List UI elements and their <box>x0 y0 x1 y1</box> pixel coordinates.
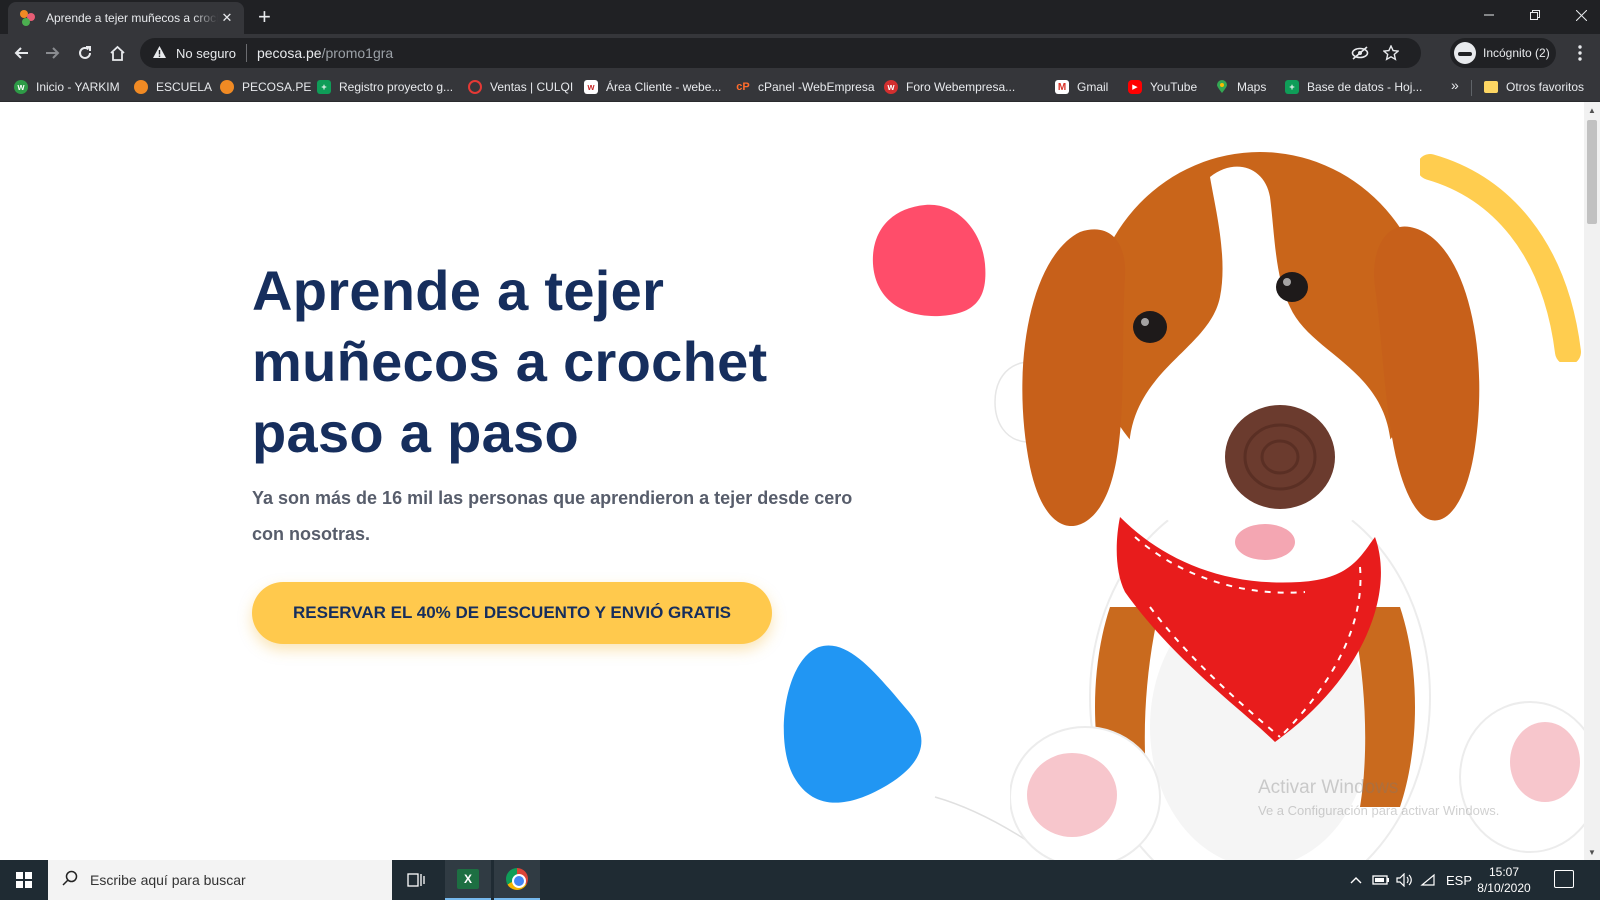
clock-date: 8/10/2020 <box>1477 881 1531 895</box>
culqi-icon <box>468 80 482 94</box>
landing-page: Aprende a tejer muñecos a crochet paso a… <box>0 102 1584 860</box>
bookmark-item[interactable]: M Gmail <box>1055 77 1108 97</box>
taskbar-search-box[interactable]: Escribe aquí para buscar <box>48 860 392 900</box>
incognito-label: Incógnito (2) <box>1483 46 1550 60</box>
maps-icon <box>1215 80 1229 94</box>
webempresa-icon: w <box>584 80 598 94</box>
omnibox-divider <box>245 44 247 62</box>
hero-subtitle: Ya son más de 16 mil las personas que ap… <box>252 488 853 544</box>
bookmark-item[interactable]: Maps <box>1215 77 1266 97</box>
home-icon[interactable] <box>103 39 131 67</box>
bookmark-item[interactable]: ESCUELA <box>134 77 212 97</box>
hero-title: Aprende a tejer muñecos a crochet paso a… <box>252 259 768 464</box>
red-blob-shape <box>872 204 986 317</box>
tab-title: Aprende a tejer muñecos a crochet <box>46 11 218 25</box>
chrome-taskbar-icon[interactable] <box>494 860 540 900</box>
windows-taskbar: Escribe aquí para buscar X ESP 15:07 8/1… <box>0 860 1600 900</box>
notifications-icon[interactable] <box>1554 870 1574 888</box>
sheets-icon: + <box>317 80 331 94</box>
reload-icon[interactable] <box>71 39 99 67</box>
browser-tab-active[interactable]: Aprende a tejer muñecos a crochet ✕ <box>8 2 244 34</box>
browser-toolbar: No seguro pecosa.pe /promo1gra Incógnito… <box>0 34 1600 72</box>
bookmark-item[interactable]: w Inicio - YARKIM <box>14 77 120 97</box>
incognito-profile-button[interactable]: Incógnito (2) <box>1450 38 1556 68</box>
youtube-icon: ▶ <box>1128 80 1142 94</box>
tracking-blocked-eye-icon[interactable] <box>1351 38 1369 68</box>
bookmark-item[interactable]: ▶ YouTube <box>1128 77 1197 97</box>
bookmark-item[interactable]: PECOSA.PE <box>220 77 311 97</box>
minimize-window-icon[interactable] <box>1466 0 1512 30</box>
show-hidden-icons-chevron-icon[interactable] <box>1350 860 1362 900</box>
warning-triangle-icon[interactable] <box>152 45 170 62</box>
search-placeholder: Escribe aquí para buscar <box>90 872 246 888</box>
new-tab-button[interactable]: + <box>258 5 271 29</box>
bookmark-item[interactable]: Ventas | CULQI <box>468 77 573 97</box>
bookmarks-bar: w Inicio - YARKIM ESCUELA PECOSA.PE + Re… <box>0 72 1600 102</box>
cpanel-icon: cP <box>736 81 750 93</box>
pecosa-icon <box>220 80 234 94</box>
bookmark-item[interactable]: w Foro Webempresa... <box>884 77 1015 97</box>
clock-time: 15:07 <box>1488 865 1520 879</box>
scroll-up-arrow-icon[interactable]: ▲ <box>1584 102 1600 118</box>
bookmarks-overflow-icon[interactable]: » <box>1451 77 1459 93</box>
bookmark-item[interactable]: w Área Cliente - webe... <box>584 77 721 97</box>
windows-start-icon[interactable] <box>0 860 48 900</box>
crochet-dog-image <box>1010 152 1584 860</box>
bookmark-star-icon[interactable] <box>1383 38 1399 68</box>
sheets-icon: + <box>1285 80 1299 94</box>
tab-close-icon[interactable]: ✕ <box>218 10 236 26</box>
url-host[interactable]: pecosa.pe <box>257 45 322 61</box>
url-path[interactable]: /promo1gra <box>322 45 394 61</box>
blue-blob-shape <box>783 645 922 803</box>
webempresa-icon: w <box>884 80 898 94</box>
wifi-icon[interactable] <box>1420 860 1436 900</box>
back-arrow-icon[interactable] <box>7 39 35 67</box>
excel-taskbar-icon[interactable]: X <box>445 860 491 900</box>
yarkim-icon: w <box>14 80 28 94</box>
browser-menu-icon[interactable] <box>1570 39 1590 67</box>
tab-strip: Aprende a tejer muñecos a crochet ✕ + <box>0 0 1600 34</box>
other-bookmarks-folder[interactable]: Otros favoritos <box>1484 77 1584 97</box>
close-window-icon[interactable] <box>1558 0 1600 30</box>
taskbar-clock[interactable]: 15:07 8/10/2020 <box>1466 864 1542 896</box>
folder-icon <box>1484 81 1498 93</box>
pecosa-favicon-icon <box>20 10 36 26</box>
windows-activation-watermark: Activar Windows Ve a Configuración para … <box>1258 777 1500 818</box>
bookmarks-divider <box>1471 80 1472 96</box>
incognito-icon <box>1454 42 1476 64</box>
pecosa-icon <box>134 80 148 94</box>
address-bar[interactable]: No seguro pecosa.pe /promo1gra <box>140 38 1421 68</box>
security-status-label[interactable]: No seguro <box>176 46 236 61</box>
restore-window-icon[interactable] <box>1512 0 1558 30</box>
battery-icon[interactable] <box>1372 860 1390 900</box>
page-scrollbar[interactable]: ▲ ▼ <box>1584 102 1600 860</box>
bookmark-item[interactable]: cP cPanel -WebEmpresa <box>736 77 874 97</box>
task-view-icon[interactable] <box>393 860 439 900</box>
forward-arrow-icon[interactable] <box>39 39 67 67</box>
bookmark-item[interactable]: + Registro proyecto g... <box>317 77 453 97</box>
reserve-discount-button[interactable]: RESERVAR EL 40% DE DESCUENTO Y ENVIÓ GRA… <box>252 582 772 644</box>
scroll-down-arrow-icon[interactable]: ▼ <box>1584 844 1600 860</box>
scroll-thumb[interactable] <box>1587 120 1597 224</box>
search-icon <box>62 870 82 891</box>
volume-icon[interactable] <box>1396 860 1412 900</box>
bookmark-item[interactable]: + Base de datos - Hoj... <box>1285 77 1422 97</box>
gmail-icon: M <box>1055 80 1069 94</box>
